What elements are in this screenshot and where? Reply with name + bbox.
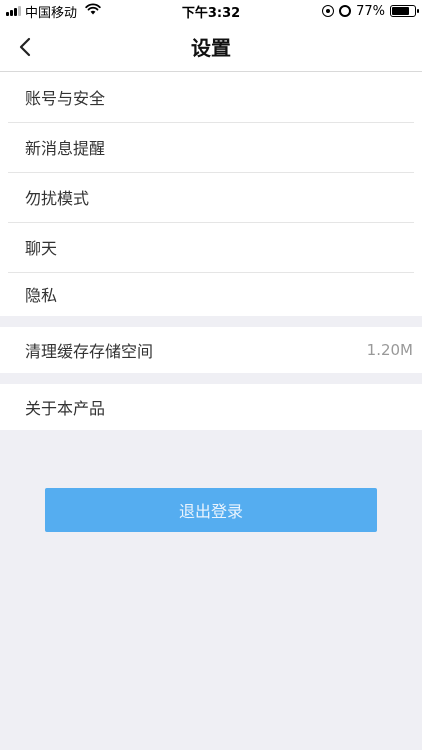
settings-group-about: 关于本产品 [0, 384, 422, 430]
group-spacer [0, 316, 422, 327]
status-bar: 中国移动 下午3:32 77% [0, 0, 422, 22]
alarm-icon [339, 5, 352, 17]
settings-item-clear-cache[interactable]: 清理缓存存储空间 1.20M [0, 327, 422, 373]
back-button[interactable] [18, 22, 48, 72]
settings-item-about[interactable]: 关于本产品 [0, 384, 422, 430]
settings-item-label: 账号与安全 [25, 89, 106, 108]
wifi-icon [85, 3, 101, 19]
battery-icon [390, 5, 419, 17]
settings-item-label: 隐私 [25, 286, 58, 305]
settings-group-main: 账号与安全 新消息提醒 勿扰模式 聊天 隐私 [0, 72, 422, 316]
settings-item-label: 清理缓存存储空间 [25, 342, 154, 361]
signal-icon [6, 6, 21, 16]
page-title: 设置 [191, 36, 231, 60]
nav-bar: 设置 [0, 22, 422, 72]
carrier-name: 中国移动 [25, 5, 78, 21]
battery-percent: 77% [356, 3, 385, 19]
settings-item-notifications[interactable]: 新消息提醒 [0, 122, 422, 172]
settings-item-privacy[interactable]: 隐私 [0, 272, 422, 316]
settings-group-storage: 清理缓存存储空间 1.20M [0, 327, 422, 373]
chevron-left-icon [19, 37, 31, 57]
rotation-lock-icon [322, 5, 335, 17]
settings-item-label: 勿扰模式 [25, 189, 90, 208]
settings-item-chat[interactable]: 聊天 [0, 222, 422, 272]
settings-item-account-security[interactable]: 账号与安全 [0, 72, 422, 122]
status-left: 中国移动 [6, 2, 101, 21]
logout-button[interactable]: 退出登录 [45, 488, 377, 532]
settings-item-label: 新消息提醒 [25, 139, 106, 158]
settings-item-label: 聊天 [25, 239, 58, 258]
settings-item-label: 关于本产品 [25, 399, 106, 418]
settings-item-do-not-disturb[interactable]: 勿扰模式 [0, 172, 422, 222]
group-spacer [0, 373, 422, 384]
battery-fill [392, 7, 409, 15]
cache-size-value: 1.20M [366, 341, 413, 359]
status-right: 77% [322, 3, 419, 19]
logout-section: 退出登录 [0, 430, 422, 532]
